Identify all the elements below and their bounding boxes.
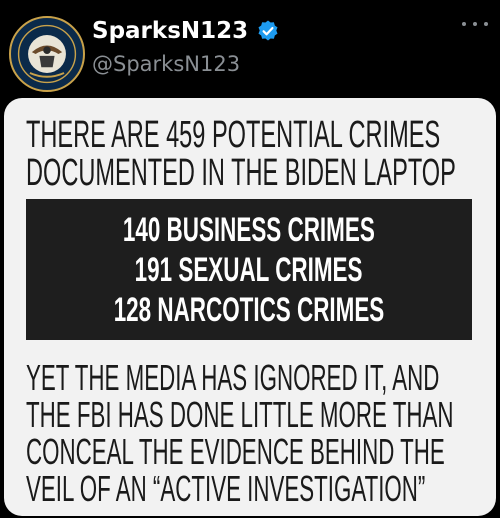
meme-top-line: THERE ARE 459 POTENTIAL CRIMES [26, 114, 441, 156]
crime-count-line: 140 BUSINESS CRIMES [26, 213, 472, 247]
crime-count-line: 191 SEXUAL CRIMES [26, 253, 472, 287]
more-dot [484, 22, 488, 26]
meme-bottom-text: YET THE MEDIA HAS IGNORED IT, AND THE FB… [26, 360, 496, 508]
meme-bottom-line: YET THE MEDIA HAS IGNORED IT, AND [26, 357, 440, 398]
navy-seal-emblem-icon [12, 19, 82, 89]
more-dot [462, 22, 466, 26]
tweet-header: SparksN123 @SparksN123 [0, 0, 500, 100]
business-crimes-text: 140 BUSINESS CRIMES [123, 211, 375, 249]
crime-count-line: 128 NARCOTICS CRIMES [26, 293, 472, 327]
crime-count-box: 140 BUSINESS CRIMES 191 SEXUAL CRIMES 12… [26, 199, 472, 340]
display-name[interactable]: SparksN123 [92, 18, 248, 44]
more-dot [473, 22, 477, 26]
meme-bottom-line: CONCEAL THE EVIDENCE BEHIND THE [26, 431, 445, 472]
user-handle[interactable]: @SparksN123 [92, 52, 240, 76]
meme-bottom-line: THE FBI HAS DONE LITTLE MORE THAN [26, 394, 454, 435]
post-image[interactable]: THERE ARE 459 POTENTIAL CRIMES DOCUMENTE… [4, 98, 496, 516]
narcotics-crimes-text: 128 NARCOTICS CRIMES [113, 291, 385, 329]
display-name-row: SparksN123 [92, 14, 280, 48]
meme-bottom-line: VEIL OF AN “ACTIVE INVESTIGATION” [26, 468, 426, 509]
verified-badge-icon [256, 19, 280, 43]
avatar[interactable] [9, 16, 85, 92]
meme-top-line: DOCUMENTED IN THE BIDEN LAPTOP [26, 152, 456, 194]
meme-top-text: THERE ARE 459 POTENTIAL CRIMES DOCUMENTE… [26, 116, 496, 192]
more-options-icon[interactable] [462, 18, 488, 30]
sexual-crimes-text: 191 SEXUAL CRIMES [135, 251, 363, 289]
